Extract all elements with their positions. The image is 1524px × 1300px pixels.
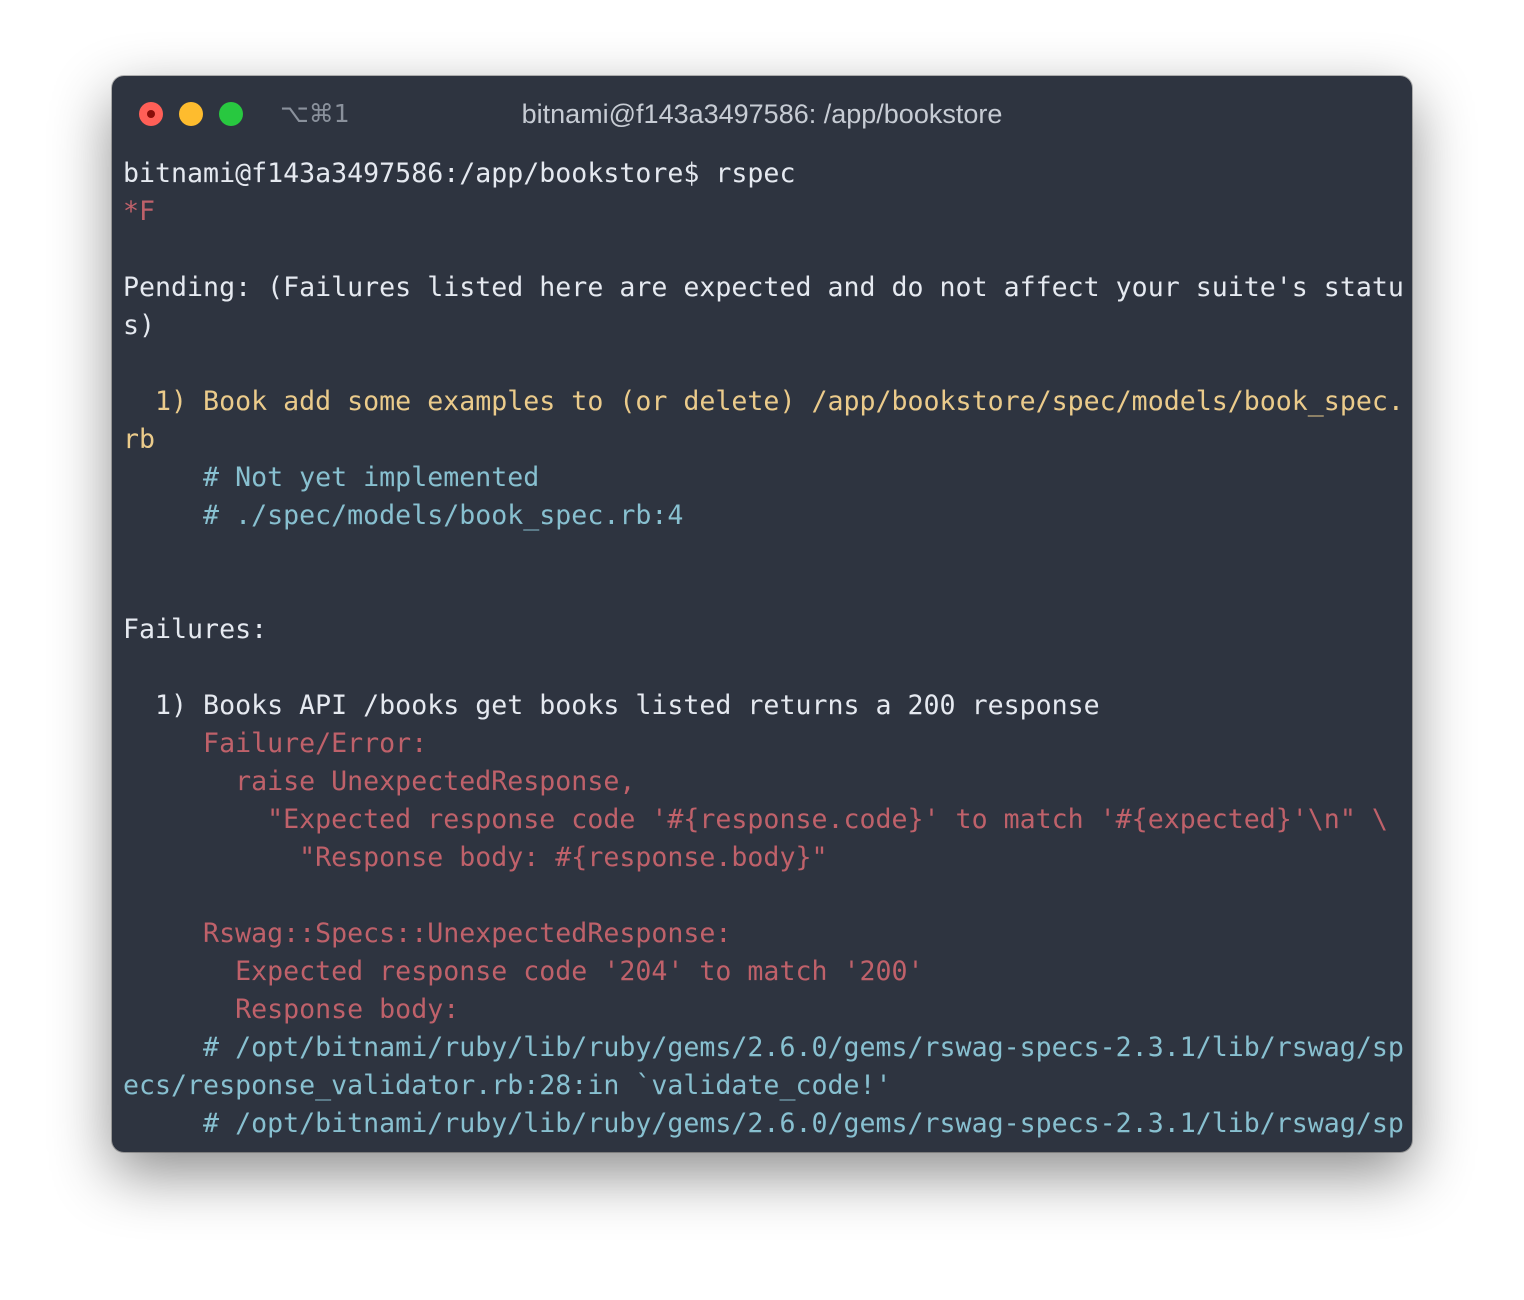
terminal-line: s) <box>123 310 156 341</box>
terminal-line: Expected response code '204' to match '2… <box>123 956 924 987</box>
terminal-window: ⌥⌘1 bitnami@f143a3497586: /app/bookstore… <box>112 76 1412 1152</box>
terminal-line: raise UnexpectedResponse, <box>123 766 636 797</box>
window-title: bitnami@f143a3497586: /app/bookstore <box>521 99 1003 129</box>
terminal-line: 1) Books API /books get books listed ret… <box>123 690 1100 721</box>
terminal-line: # Not yet implemented <box>123 462 540 493</box>
terminal-line: # /opt/bitnami/ruby/lib/ruby/gems/2.6.0/… <box>123 1108 1404 1139</box>
terminal-line: Rswag::Specs::UnexpectedResponse: <box>123 918 732 949</box>
terminal-line: *F <box>123 196 156 227</box>
terminal-line: "Expected response code '#{response.code… <box>123 804 1388 835</box>
terminal-line: ecs/response_validator.rb:28:in `validat… <box>123 1070 892 1101</box>
terminal-line: Failure/Error: <box>123 728 428 759</box>
terminal-line: Pending: (Failures listed here are expec… <box>123 272 1404 303</box>
terminal-line: Response body: <box>123 994 460 1025</box>
terminal-line: # /opt/bitnami/ruby/lib/ruby/gems/2.6.0/… <box>123 1032 1404 1063</box>
terminal-line: 1) Book add some examples to (or delete)… <box>123 386 1404 417</box>
terminal-line: bitnami@f143a3497586:/app/bookstore$ rsp… <box>123 158 796 189</box>
terminal-line: rb <box>123 424 156 455</box>
terminal-line: # ./spec/models/book_spec.rb:4 <box>123 500 684 531</box>
terminal-line: Failures: <box>123 614 268 645</box>
terminal-line: "Response body: #{response.body}" <box>123 842 828 873</box>
terminal-output[interactable]: bitnami@f143a3497586:/app/bookstore$ rsp… <box>123 155 1408 1143</box>
title-bar: ⌥⌘1 bitnami@f143a3497586: /app/bookstore <box>112 76 1412 152</box>
